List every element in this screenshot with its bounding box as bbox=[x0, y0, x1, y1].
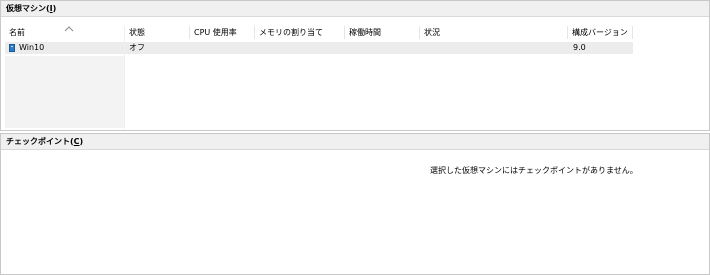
vm-row-config-version: 9.0 bbox=[573, 43, 586, 52]
sort-ascending-icon bbox=[64, 26, 74, 32]
column-header-cpu[interactable]: CPU 使用率 bbox=[190, 26, 255, 39]
vm-column-headers: 名前 状態 CPU 使用率 メモリの割り当て 稼働時間 状況 構成バージョン bbox=[0, 26, 708, 39]
virtual-machines-header[interactable]: 仮想マシン(I) bbox=[1, 1, 709, 17]
column-header-state[interactable]: 状態 bbox=[125, 26, 190, 39]
virtual-machines-title: 仮想マシン( bbox=[6, 4, 50, 13]
checkpoints-title: チェックポイント( bbox=[6, 137, 74, 146]
vm-row-state: オフ bbox=[129, 43, 145, 52]
virtual-machines-title-close: ) bbox=[52, 4, 57, 13]
no-checkpoints-message: 選択した仮想マシンにはチェックポイントがありません。 bbox=[430, 166, 638, 175]
checkpoints-title-close: ) bbox=[79, 137, 84, 146]
vm-row-name: Win10 bbox=[19, 43, 45, 52]
checkpoints-panel: チェックポイント(C) bbox=[0, 133, 710, 275]
checkpoints-header[interactable]: チェックポイント(C) bbox=[1, 134, 709, 150]
name-column-background bbox=[5, 56, 125, 128]
column-header-uptime[interactable]: 稼働時間 bbox=[345, 26, 420, 39]
vm-row[interactable]: Win10 オフ 9.0 bbox=[5, 42, 633, 54]
vm-icon bbox=[9, 44, 15, 52]
column-header-memory[interactable]: メモリの割り当て bbox=[255, 26, 345, 39]
column-header-status[interactable]: 状況 bbox=[420, 26, 568, 39]
column-header-config-version[interactable]: 構成バージョン bbox=[568, 26, 633, 39]
name-column-divider bbox=[124, 26, 125, 129]
